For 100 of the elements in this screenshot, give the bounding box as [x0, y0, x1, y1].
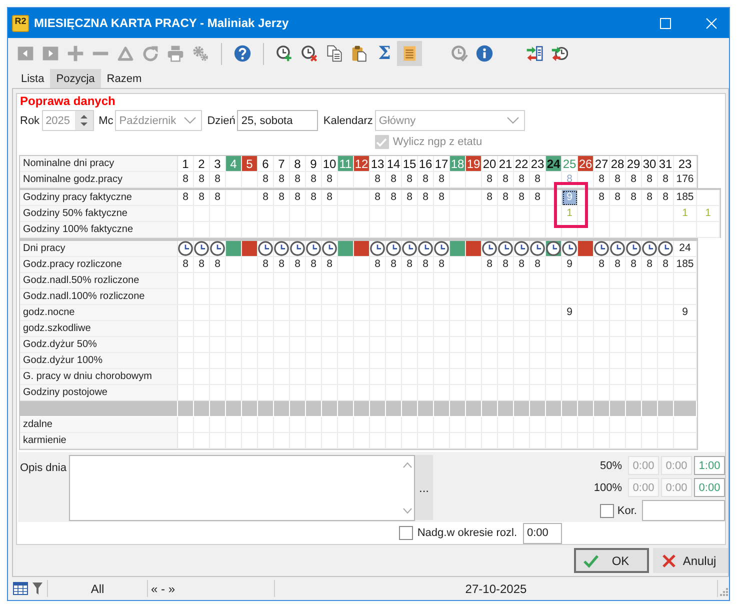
clock-plus-icon[interactable] — [276, 45, 293, 62]
table-cell: 8 — [418, 190, 434, 206]
clock-cross-icon[interactable] — [301, 45, 318, 62]
checkbox[interactable] — [399, 526, 414, 540]
row-label: Godziny 50% faktyczne — [20, 206, 178, 222]
day-number: 27 — [594, 156, 610, 172]
tab[interactable]: Razem — [100, 69, 148, 88]
ok-button[interactable]: OK — [574, 548, 649, 573]
table-cell: 8 — [626, 172, 642, 188]
filter-icon[interactable] — [32, 582, 43, 595]
resize-grip-icon[interactable] — [720, 588, 728, 596]
row-label: Godziny postojowe — [20, 385, 178, 401]
transfer-clock-icon[interactable] — [551, 45, 568, 62]
day-number: 20 — [482, 156, 498, 172]
transfer-list-icon[interactable] — [526, 45, 543, 62]
day-number: 15 — [402, 156, 418, 172]
day-number: 28 — [610, 156, 626, 172]
tab[interactable]: Pozycja — [50, 69, 101, 88]
field-label: Rok — [20, 114, 40, 126]
day-number: 5 — [242, 156, 258, 172]
time-field[interactable]: 1:00 — [694, 456, 725, 475]
info-icon[interactable] — [476, 45, 493, 62]
table-cell: 8 — [370, 257, 386, 273]
day-number: 25 — [562, 156, 578, 172]
more-button[interactable]: ... — [415, 455, 433, 520]
time-field[interactable]: 0:00 — [694, 478, 725, 497]
table-cell: 8 — [210, 257, 226, 273]
time-field[interactable]: 0:00 — [661, 456, 692, 475]
checkbox-label: Nadg.w okresie rozl. — [417, 527, 517, 539]
table-cell: 8 — [274, 190, 290, 206]
table-cell: 8 — [370, 190, 386, 206]
table-cell: 8 — [306, 172, 322, 188]
scroll-down-icon[interactable] — [402, 508, 412, 514]
table-cell: 8 — [178, 190, 194, 206]
navigation-link[interactable]: « - » — [151, 582, 176, 596]
row-label: Godz.dyżur 50% — [20, 337, 178, 353]
cancel-button[interactable]: Anuluj — [653, 548, 728, 573]
description-field[interactable] — [69, 455, 415, 521]
table-cell: 8 — [498, 257, 514, 273]
table-cell: 8 — [594, 172, 610, 188]
sum-button[interactable]: Σ — [378, 44, 391, 64]
row-label: karmienie — [20, 433, 178, 449]
total-cell: 185 — [674, 190, 697, 206]
table-cell: 8 — [642, 190, 658, 206]
day-number: 19 — [466, 156, 482, 172]
time-field[interactable]: 0:00 — [628, 456, 659, 475]
table-cell: 8 — [434, 172, 450, 188]
day-number: 6 — [258, 156, 274, 172]
table-cell: 8 — [402, 190, 418, 206]
maximize-icon[interactable] — [660, 18, 670, 28]
row-label: godz.szkodliwe — [20, 321, 178, 337]
day-number: 18 — [450, 156, 466, 172]
day-number: 26 — [578, 156, 594, 172]
total-cell: 9 — [674, 305, 697, 321]
close-icon[interactable] — [706, 18, 716, 28]
scroll-up-icon[interactable] — [402, 462, 412, 468]
day-number: 9 — [306, 156, 322, 172]
table-cell: 8 — [594, 190, 610, 206]
status-date: 27-10-2025 — [465, 582, 527, 596]
table-cell: 8 — [306, 190, 322, 206]
time-field[interactable]: 0:00 — [523, 522, 562, 544]
day-number: 8 — [290, 156, 306, 172]
table-cell: 1 — [697, 206, 720, 222]
table-cell: 8 — [626, 190, 642, 206]
field-label: Opis dnia — [19, 462, 66, 474]
day-number: 14 — [386, 156, 402, 172]
table-cell: 8 — [658, 257, 674, 273]
total-cell: 176 — [674, 172, 697, 188]
table-cell: 8 — [258, 172, 274, 188]
copy-icon[interactable] — [326, 45, 343, 62]
paste-icon[interactable] — [351, 45, 368, 62]
day-number: 7 — [274, 156, 290, 172]
table-cell: 8 — [370, 172, 386, 188]
day-number: 2 — [194, 156, 210, 172]
table-cell: 9 — [562, 305, 578, 321]
status-text: All — [90, 582, 104, 596]
day-number: 1 — [178, 156, 194, 172]
correction-field[interactable] — [642, 500, 725, 521]
table-cell: 8 — [530, 172, 546, 188]
table-cell: 8 — [274, 257, 290, 273]
table-icon[interactable] — [13, 582, 28, 595]
table-cell: 8 — [530, 257, 546, 273]
table-cell: 8 — [610, 257, 626, 273]
time-field[interactable]: 0:00 — [661, 478, 692, 497]
window-title: MIESIĘCZNA KARTA PRACY - Maliniak Jerzy — [34, 16, 289, 30]
checkbox[interactable] — [600, 504, 614, 518]
table-cell: 8 — [322, 257, 338, 273]
field-label: Mc — [98, 114, 114, 126]
toggle-button[interactable] — [397, 41, 422, 66]
document-icon[interactable] — [401, 45, 418, 62]
day-number: 12 — [354, 156, 370, 172]
tab[interactable]: Lista — [15, 69, 50, 88]
day-field[interactable]: 25, sobota — [237, 110, 318, 131]
time-field[interactable]: 0:00 — [628, 478, 659, 497]
row-label: Godz.pracy rozliczone — [20, 257, 178, 273]
help-icon[interactable] — [234, 45, 251, 62]
app-logo: R2 — [12, 14, 29, 32]
table-cell: 8 — [210, 172, 226, 188]
table-cell: 8 — [482, 257, 498, 273]
table-cell: 8 — [290, 257, 306, 273]
